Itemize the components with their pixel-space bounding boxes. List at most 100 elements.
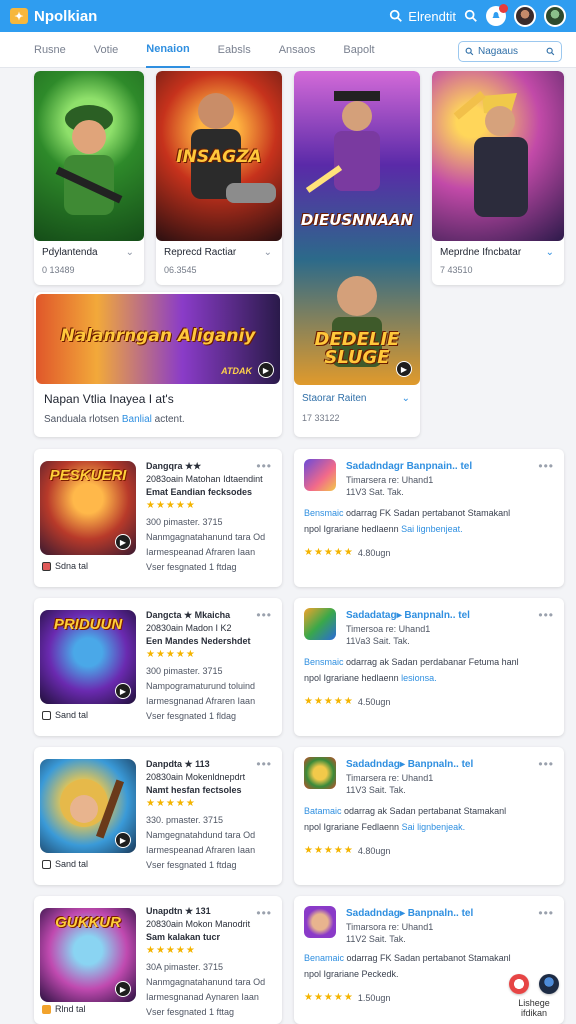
banner-desc-link[interactable]: Banlial xyxy=(122,414,152,425)
game-icon xyxy=(304,608,336,640)
featured-subtitle: 7 43510 xyxy=(440,265,473,275)
tab-eabsls[interactable]: Eabsls xyxy=(218,32,251,68)
more-options-icon[interactable]: ••• xyxy=(538,757,554,771)
play-icon[interactable]: ▶ xyxy=(258,362,274,378)
star-rating: ★★★★★ xyxy=(304,845,354,856)
game-line: Iarmesgnanad Afraren Iaan xyxy=(146,696,256,706)
review-highlight[interactable]: lesionsa. xyxy=(401,673,437,683)
chevron-down-icon[interactable]: ⌄ xyxy=(402,393,410,404)
review-text-line: npol Igrariane Fedlaenn xyxy=(304,822,402,832)
tab-rusne[interactable]: Rusne xyxy=(34,32,66,68)
game-line: 300 pimaster. 3715 xyxy=(146,666,223,676)
review-card[interactable]: Sadadatag▸ Banpnaln.. tel Timersoa re: U… xyxy=(294,598,564,736)
review-highlight[interactable]: Sai lignbenjeak. xyxy=(402,822,466,832)
floating-actions: Lishege ifdikan xyxy=(504,974,564,1018)
banner-card[interactable]: Nalanrngan Aliganiy ATDAK ▶ Napan Vtlia … xyxy=(34,292,282,437)
more-options-icon[interactable]: ••• xyxy=(256,608,272,622)
game-line: 300 pimaster. 3715 xyxy=(146,517,223,527)
chevron-down-icon[interactable]: ⌄ xyxy=(126,247,134,258)
game-footer: Sand tal xyxy=(42,859,88,869)
review-meta: 11V2 Sait. Tak. xyxy=(346,934,406,944)
app-logo-icon[interactable]: ✦ xyxy=(10,8,28,24)
rating-count: 4.80ugn xyxy=(357,547,391,558)
star-rating: ★★★★★ xyxy=(146,500,196,511)
tab-ansaos[interactable]: Ansaos xyxy=(279,32,316,68)
featured-card[interactable]: Pdylantenda ⌄ 0 13489 xyxy=(34,71,144,285)
game-line: Namgegnatahdund tara Od xyxy=(146,830,256,840)
review-meta: Timarsora re: Uhand1 xyxy=(346,922,434,932)
review-meta: 11V3 Sat. Tak. xyxy=(346,487,404,497)
review-text-line: npol Igrariane Peckedk. xyxy=(304,969,399,979)
game-card[interactable]: PRIDUUN ▶ Dangcta ★ Mkaicha 20830ain Mad… xyxy=(34,598,282,736)
featured-card[interactable]: INSAGZA Reprecd Ractiar ⌄ 06.3545 xyxy=(156,71,282,285)
more-options-icon[interactable]: ••• xyxy=(538,608,554,622)
game-thumb-text: PESKUERI xyxy=(49,467,127,484)
review-highlight[interactable]: Bensmaic xyxy=(304,657,344,667)
search-icon xyxy=(390,9,403,22)
profile-icon[interactable] xyxy=(539,974,559,994)
more-options-icon[interactable]: ••• xyxy=(538,906,554,920)
featured-subtitle: 17 33122 xyxy=(302,413,340,423)
game-line: Vser fesgnated 1 fldag xyxy=(146,711,237,721)
more-options-icon[interactable]: ••• xyxy=(256,906,272,920)
banner-art-text: Nalanrngan Aliganiy xyxy=(60,326,256,346)
featured-card[interactable]: Meprdne Ifncbatar ⌄ 7 43510 xyxy=(432,71,564,285)
top-search-label: Elrendtit xyxy=(408,8,456,24)
featured-card-tall[interactable]: DIEUSNNAAN DEDELIE SLUGE ▶ Staorar Raite… xyxy=(294,71,420,437)
review-title[interactable]: Sadadndagr Banpnain.. tel xyxy=(346,461,472,472)
tab-votie[interactable]: Votie xyxy=(94,32,118,68)
review-title[interactable]: Sadadatag▸ Banpnaln.. tel xyxy=(346,610,470,621)
review-card[interactable]: Sadadndag▸ Banpnaln.. tel Timarsera re: … xyxy=(294,747,564,885)
tab-nenaion[interactable]: Nenaion xyxy=(146,32,190,68)
featured-art-text: INSAGZA xyxy=(176,147,262,167)
review-title[interactable]: Sadadndag▸ Banpnaln.. tel xyxy=(346,759,473,770)
tab-bapolt[interactable]: Bapolt xyxy=(343,32,374,68)
more-options-icon[interactable]: ••• xyxy=(538,459,554,473)
review-highlight[interactable]: Batamaic xyxy=(304,806,342,816)
chevron-down-icon[interactable]: ⌄ xyxy=(546,247,554,258)
game-footer-label: Sand tal xyxy=(55,710,89,720)
game-card[interactable]: PESKUERI ▶ Dangqra ★★ 2083oain Matohan I… xyxy=(34,449,282,587)
review-text-line: npol Igrariane hedlaenn xyxy=(304,524,402,534)
game-line: Iarmespeanad Afraren Iaan xyxy=(146,547,256,557)
notification-bell-icon[interactable] xyxy=(486,4,508,26)
tab-search-input[interactable]: Nagaaus xyxy=(458,41,562,62)
star-rating: ★★★★★ xyxy=(146,945,196,956)
user-avatar[interactable] xyxy=(514,5,536,27)
game-footer: Sdna tal xyxy=(42,561,88,571)
search-icon[interactable] xyxy=(464,9,478,23)
review-highlight[interactable]: Bensmaic xyxy=(304,508,344,518)
play-icon[interactable]: ▶ xyxy=(115,832,131,848)
game-card[interactable]: ▶ Danpdta ★ 113 20830ain Mokenldnepdrt N… xyxy=(34,747,282,885)
play-icon[interactable]: ▶ xyxy=(396,361,412,377)
star-rating: ★★★★★ xyxy=(146,798,196,809)
game-card[interactable]: GUKKUR ▶ Unapdtn ★ 131 20830ain Mokon Ma… xyxy=(34,896,282,1024)
play-icon[interactable]: ▶ xyxy=(115,534,131,550)
review-highlight[interactable]: Benamaic xyxy=(304,953,344,963)
star-rating: ★★★★★ xyxy=(304,992,354,1003)
chevron-down-icon[interactable]: ⌄ xyxy=(264,247,272,258)
game-line: Vser fesgnated 1 fttag xyxy=(146,1007,235,1017)
review-card[interactable]: Sadadndagr Banpnain.. tel Timarsera re: … xyxy=(294,449,564,587)
more-options-icon[interactable]: ••• xyxy=(256,757,272,771)
banner-desc: Sanduala rlotsen Banlial actent. xyxy=(44,414,185,425)
top-search-button[interactable]: Elrendtit xyxy=(389,9,456,24)
game-icon xyxy=(304,757,336,789)
review-highlight[interactable]: Sai lignbenjeat. xyxy=(401,524,463,534)
banner-title: Napan Vtlia Inayea I at's xyxy=(44,392,174,406)
review-title[interactable]: Sadadndag▸ Banpnaln.. tel xyxy=(346,908,473,919)
review-text-line: npol Igrariane hedlaenn xyxy=(304,673,402,683)
game-thumbnail: GUKKUR ▶ xyxy=(40,908,136,1002)
friend-avatar[interactable] xyxy=(544,5,566,27)
play-icon[interactable]: ▶ xyxy=(115,981,131,997)
review-meta: Timarsera re: Uhand1 xyxy=(346,773,434,783)
game-line: Een Mandes Nedershdet xyxy=(146,636,251,646)
record-icon[interactable] xyxy=(509,974,529,994)
featured-title: Meprdne Ifncbatar xyxy=(440,247,522,258)
more-options-icon[interactable]: ••• xyxy=(256,459,272,473)
game-line: Vser fesgnated 1 ftdag xyxy=(146,562,237,572)
game-footer: Rlnd tal xyxy=(42,1004,86,1014)
featured-title: Reprecd Ractiar xyxy=(164,247,237,258)
play-icon[interactable]: ▶ xyxy=(115,683,131,699)
game-thumbnail: ▶ xyxy=(40,759,136,853)
